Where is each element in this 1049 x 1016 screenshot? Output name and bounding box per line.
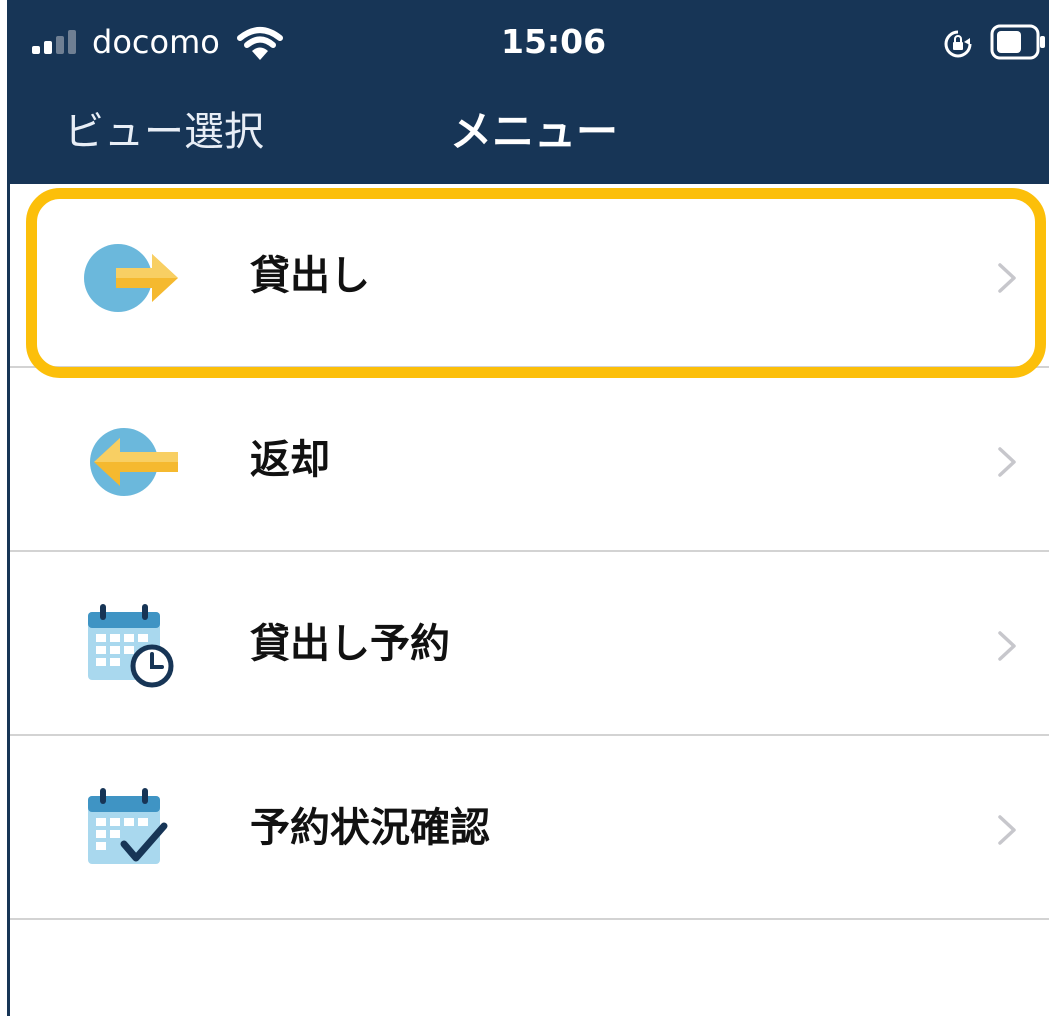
chevron-right-icon xyxy=(998,263,1016,293)
wifi-icon xyxy=(237,27,283,60)
checkout-arrow-icon xyxy=(84,244,178,312)
status-bar: docomo 15:06 xyxy=(10,0,1049,86)
carrier-name: docomo xyxy=(92,23,220,61)
menu-item-label: 貸出し予約 xyxy=(250,621,450,667)
view-select-back-button[interactable]: ビュー選択 xyxy=(64,106,264,158)
menu-item-reservation[interactable]: 貸出し予約 xyxy=(10,552,1049,736)
chevron-right-icon xyxy=(998,631,1016,661)
return-arrow-icon xyxy=(90,428,178,496)
chevron-right-icon xyxy=(998,815,1016,845)
status-time: 15:06 xyxy=(501,22,607,61)
page-title: メニュー xyxy=(450,107,619,156)
app-screen: docomo 15:06 ビュー選択 メニュー 貸出し 返却 貸出し予約 予約状… xyxy=(0,0,1049,1016)
chevron-right-icon xyxy=(998,447,1016,477)
calendar-check-icon xyxy=(88,788,168,864)
menu-item-return[interactable]: 返却 xyxy=(10,368,1049,552)
navigation-bar: ビュー選択 メニュー xyxy=(10,86,1049,184)
menu-list: 貸出し 返却 貸出し予約 予約状況確認 xyxy=(10,184,1049,920)
menu-item-label: 予約状況確認 xyxy=(250,805,490,851)
menu-item-label: 貸出し xyxy=(250,253,370,299)
menu-item-reservation-status[interactable]: 予約状況確認 xyxy=(10,736,1049,920)
rotation-lock-icon xyxy=(944,30,972,58)
calendar-clock-icon xyxy=(88,604,174,688)
battery-icon xyxy=(990,24,1045,60)
menu-item-checkout[interactable]: 貸出し xyxy=(10,184,1049,368)
menu-item-label: 返却 xyxy=(250,437,330,483)
signal-icon xyxy=(32,30,76,54)
